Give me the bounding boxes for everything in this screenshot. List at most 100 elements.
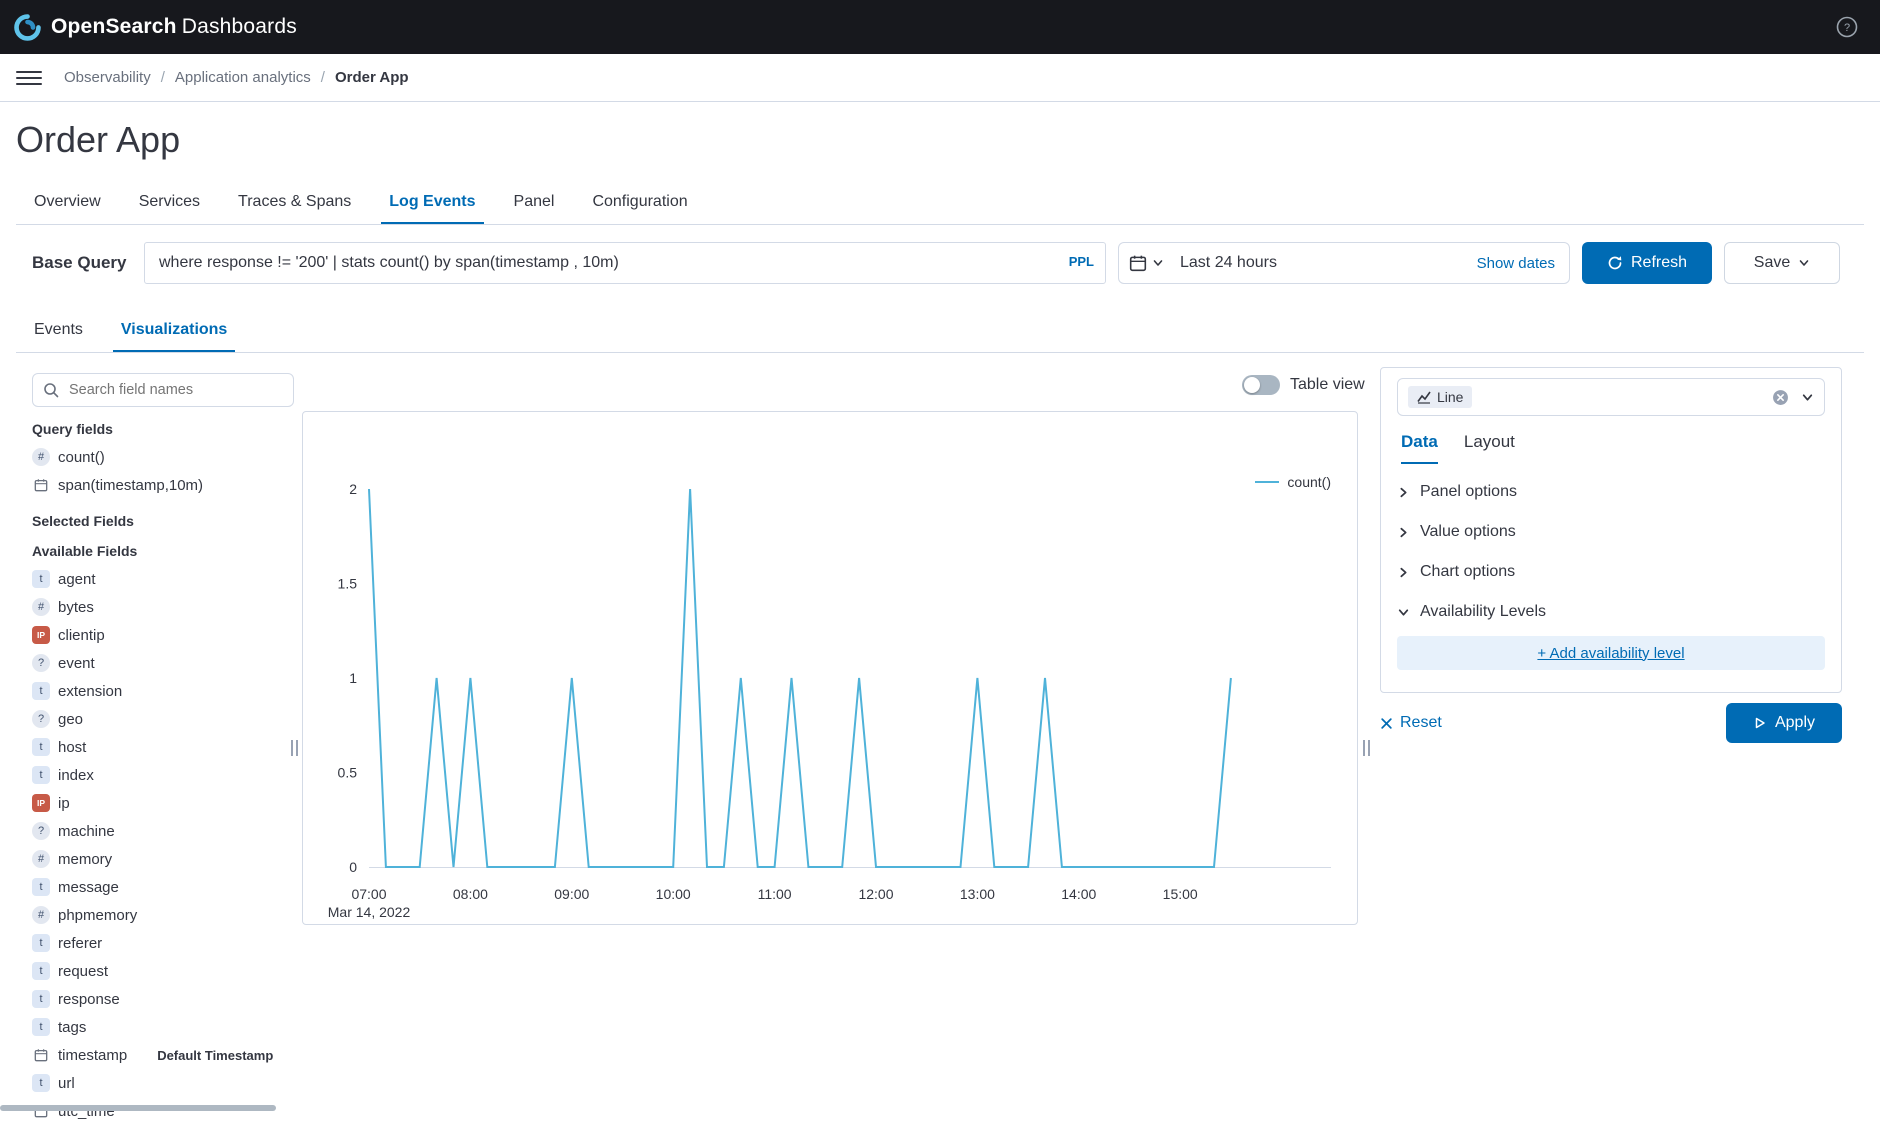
field-item-memory[interactable]: #memory bbox=[32, 845, 294, 873]
chart-legend[interactable]: count() bbox=[1255, 474, 1331, 490]
chevron-right-icon bbox=[1397, 566, 1410, 579]
query-fields-list: #count()span(timestamp,10m) bbox=[32, 443, 294, 499]
svg-text:1.5: 1.5 bbox=[338, 576, 358, 592]
tab-services[interactable]: Services bbox=[131, 182, 208, 224]
tab-visualizations[interactable]: Visualizations bbox=[113, 310, 235, 352]
apply-button[interactable]: Apply bbox=[1726, 703, 1842, 743]
opensearch-logo-icon bbox=[14, 14, 41, 41]
field-item-request[interactable]: trequest bbox=[32, 957, 294, 985]
field-item-span(timestamp,10m)[interactable]: span(timestamp,10m) bbox=[32, 471, 294, 499]
refresh-icon bbox=[1607, 255, 1623, 271]
brand-light: Dashboards bbox=[182, 15, 297, 38]
tab-layout[interactable]: Layout bbox=[1464, 432, 1515, 464]
field-item-referer[interactable]: treferer bbox=[32, 929, 294, 957]
chevron-down-icon[interactable] bbox=[1801, 391, 1814, 404]
field-item-clientip[interactable]: IPclientip bbox=[32, 621, 294, 649]
text-field-icon: t bbox=[32, 1074, 50, 1092]
resize-handle-right[interactable] bbox=[1359, 733, 1373, 763]
tab-data[interactable]: Data bbox=[1401, 432, 1438, 464]
legend-line-swatch bbox=[1255, 481, 1279, 483]
base-query-input[interactable] bbox=[144, 242, 1106, 284]
save-label: Save bbox=[1754, 254, 1790, 272]
field-name: tags bbox=[58, 1019, 86, 1036]
reset-button[interactable]: Reset bbox=[1380, 714, 1442, 732]
field-name: agent bbox=[58, 571, 96, 588]
field-item-agent[interactable]: tagent bbox=[32, 565, 294, 593]
svg-text:?: ? bbox=[1844, 22, 1850, 34]
search-icon bbox=[43, 382, 59, 398]
svg-text:1: 1 bbox=[349, 670, 357, 686]
field-name: message bbox=[58, 879, 119, 896]
field-name: memory bbox=[58, 851, 112, 868]
viz-type-chip: Line bbox=[1408, 386, 1472, 408]
field-item-phpmemory[interactable]: #phpmemory bbox=[32, 901, 294, 929]
accordion-availability-levels[interactable]: Availability Levels bbox=[1397, 592, 1825, 632]
accordion-label: Availability Levels bbox=[1420, 603, 1546, 621]
accordion-panel-options[interactable]: Panel options bbox=[1397, 472, 1825, 512]
field-item-index[interactable]: tindex bbox=[32, 761, 294, 789]
clear-selection-icon[interactable] bbox=[1772, 389, 1789, 406]
table-view-toggle[interactable] bbox=[1242, 375, 1280, 395]
field-name: clientip bbox=[58, 627, 105, 644]
field-name: event bbox=[58, 655, 95, 672]
time-range-value[interactable]: Last 24 hours bbox=[1174, 254, 1477, 272]
date-quick-select-button[interactable] bbox=[1119, 243, 1174, 283]
chevron-down-icon bbox=[1152, 257, 1164, 269]
field-search-box bbox=[32, 373, 294, 407]
add-availability-level-button[interactable]: + Add availability level bbox=[1397, 636, 1825, 670]
resize-handle-left[interactable] bbox=[287, 733, 301, 763]
tab-configuration[interactable]: Configuration bbox=[584, 182, 695, 224]
svg-text:10:00: 10:00 bbox=[656, 886, 691, 902]
field-name: geo bbox=[58, 711, 83, 728]
field-item-utc_time[interactable]: utc_time bbox=[32, 1097, 294, 1125]
field-item-host[interactable]: thost bbox=[32, 733, 294, 761]
page-title: Order App bbox=[16, 118, 1880, 162]
field-item-bytes[interactable]: #bytes bbox=[32, 593, 294, 621]
breadcrumb: Observability / Application analytics / … bbox=[64, 69, 409, 86]
field-item-url[interactable]: turl bbox=[32, 1069, 294, 1097]
text-field-icon: t bbox=[32, 962, 50, 980]
breadcrumb-application-analytics[interactable]: Application analytics bbox=[175, 69, 311, 86]
tab-traces-spans[interactable]: Traces & Spans bbox=[230, 182, 359, 224]
apply-label: Apply bbox=[1775, 714, 1815, 732]
accordion-chart-options[interactable]: Chart options bbox=[1397, 552, 1825, 592]
help-icon[interactable]: ? bbox=[1834, 14, 1860, 40]
tab-overview[interactable]: Overview bbox=[26, 182, 109, 224]
field-item-machine[interactable]: ?machine bbox=[32, 817, 294, 845]
field-item-tags[interactable]: ttags bbox=[32, 1013, 294, 1041]
tab-log-events[interactable]: Log Events bbox=[381, 182, 483, 224]
show-dates-link[interactable]: Show dates bbox=[1477, 255, 1569, 272]
field-item-ip[interactable]: IPip bbox=[32, 789, 294, 817]
field-item-geo[interactable]: ?geo bbox=[32, 705, 294, 733]
field-item-response[interactable]: tresponse bbox=[32, 985, 294, 1013]
field-item-count()[interactable]: #count() bbox=[32, 443, 294, 471]
selected-fields-title: Selected Fields bbox=[32, 513, 294, 529]
sidebar-horizontal-scrollbar[interactable] bbox=[0, 1105, 276, 1111]
chevron-down-icon bbox=[1798, 257, 1810, 269]
query-bar: Base Query PPL Last 24 hours Show dates … bbox=[16, 242, 1864, 284]
fields-sidebar: Query fields #count()span(timestamp,10m)… bbox=[32, 373, 294, 1125]
chevron-down-icon bbox=[1397, 606, 1410, 619]
tab-events[interactable]: Events bbox=[26, 310, 91, 352]
brand[interactable]: OpenSearchDashboards bbox=[14, 14, 297, 41]
refresh-button[interactable]: Refresh bbox=[1582, 242, 1712, 284]
menu-icon[interactable] bbox=[16, 65, 42, 91]
svg-text:11:00: 11:00 bbox=[758, 886, 792, 902]
field-search-input[interactable] bbox=[67, 381, 283, 399]
breadcrumb-observability[interactable]: Observability bbox=[64, 69, 151, 86]
brand-text: OpenSearchDashboards bbox=[51, 15, 297, 39]
accordion-label: Value options bbox=[1420, 523, 1516, 541]
svg-text:14:00: 14:00 bbox=[1061, 886, 1096, 902]
viz-config-tabs: Data Layout bbox=[1401, 432, 1821, 464]
tab-panel[interactable]: Panel bbox=[506, 182, 563, 224]
field-item-timestamp[interactable]: timestampDefault Timestamp bbox=[32, 1041, 294, 1069]
accordion-value-options[interactable]: Value options bbox=[1397, 512, 1825, 552]
viz-type-select[interactable]: Line bbox=[1397, 378, 1825, 416]
text-field-icon: t bbox=[32, 682, 50, 700]
content-area: Query fields #count()span(timestamp,10m)… bbox=[0, 353, 1880, 1117]
save-button[interactable]: Save bbox=[1724, 242, 1840, 284]
field-item-message[interactable]: tmessage bbox=[32, 873, 294, 901]
field-item-extension[interactable]: textension bbox=[32, 677, 294, 705]
field-item-event[interactable]: ?event bbox=[32, 649, 294, 677]
query-fields-title: Query fields bbox=[32, 421, 294, 437]
